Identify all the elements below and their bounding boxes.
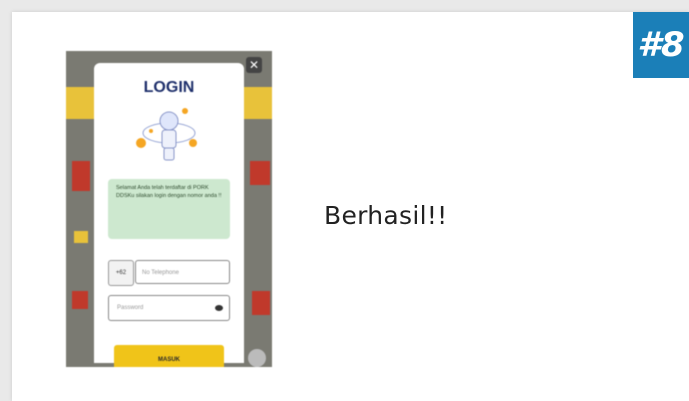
step-badge: #8 [633, 12, 689, 78]
success-message-box: Selamat Anda telah terdaftar di PORK DDS… [108, 179, 230, 239]
bg-yellow-block [74, 231, 88, 243]
step-caption: Berhasil!! [324, 201, 448, 230]
phone-field-row: +62 No Telephone [108, 260, 230, 286]
phone-input[interactable]: No Telephone [135, 260, 230, 284]
password-input[interactable]: Password [108, 295, 230, 321]
close-icon: ✕ [248, 58, 260, 72]
bg-red-block-lower [72, 291, 88, 309]
bg-red-block-lower-right [252, 291, 270, 315]
robot-illustration-icon [136, 108, 197, 161]
close-button[interactable]: ✕ [246, 57, 262, 73]
help-icon[interactable] [248, 349, 266, 367]
password-placeholder: Password [117, 305, 144, 311]
bg-red-block-left [72, 161, 90, 191]
phone-screenshot: ✕ LOGIN Selamat Anda telah terdaftar di … [66, 51, 272, 367]
eye-icon[interactable] [215, 305, 223, 311]
login-title: LOGIN [143, 79, 195, 96]
success-message-text: Selamat Anda telah terdaftar di PORK DDS… [116, 185, 222, 199]
bg-red-block-right [250, 161, 270, 185]
login-modal: LOGIN Selamat Anda telah terdaftar di PO… [94, 63, 244, 367]
masuk-button[interactable]: MASUK [114, 345, 224, 367]
country-code-prefix[interactable]: +62 [108, 260, 134, 286]
